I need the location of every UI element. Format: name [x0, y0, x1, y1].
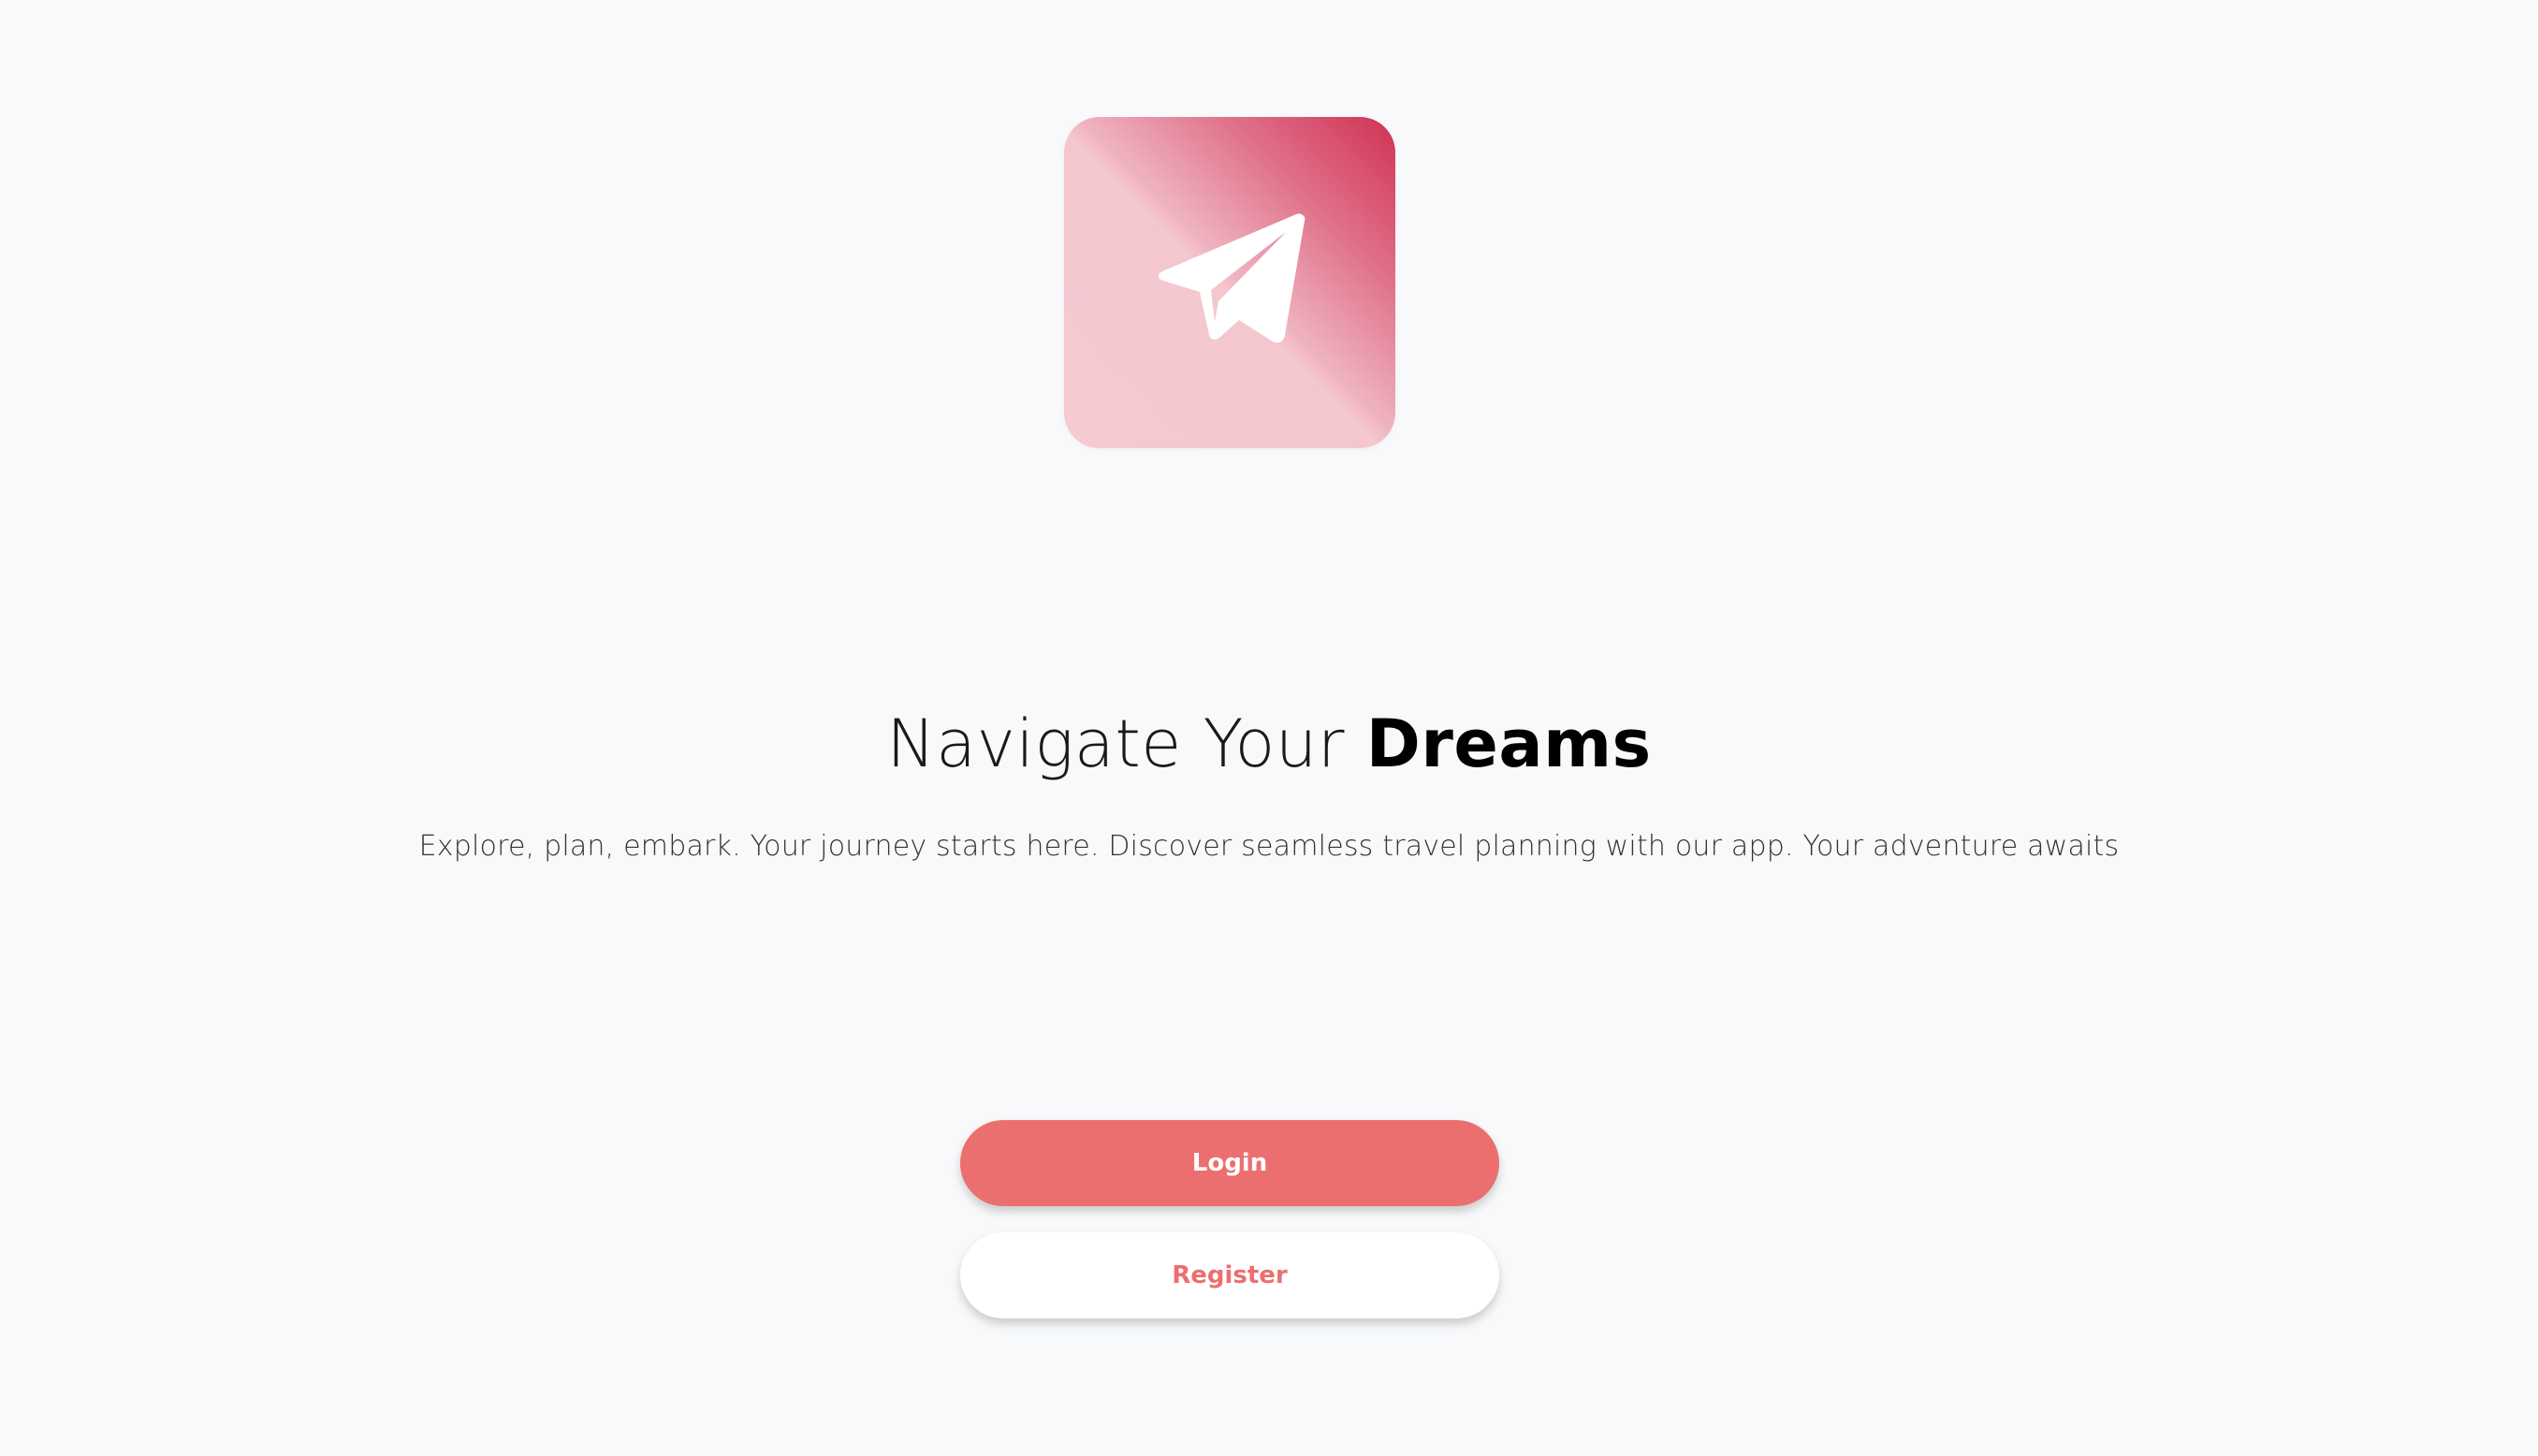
login-button[interactable]: Login — [960, 1120, 1499, 1206]
paper-plane-icon — [1159, 213, 1305, 342]
register-button[interactable]: Register — [960, 1232, 1499, 1318]
tagline-text: Explore, plan, embark. Your journey star… — [418, 830, 2120, 863]
page-title: Navigate Your Dreams — [0, 697, 2538, 791]
title-bold-text: Dreams — [1365, 706, 1652, 782]
title-light-text: Navigate Your — [886, 706, 1366, 782]
app-logo — [1064, 117, 1395, 448]
